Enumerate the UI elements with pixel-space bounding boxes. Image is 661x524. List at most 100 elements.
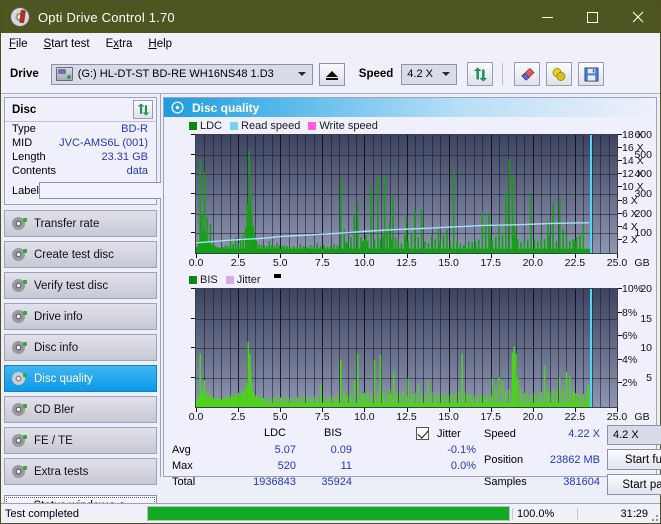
speed-select[interactable]: 4.2 X [401,64,457,85]
menu-help[interactable]: Help [148,38,172,50]
sidebar-item-create-test-disc[interactable]: Create test disc [4,241,157,268]
content-area: Disc quality LDC Read speed Write speed … [161,94,660,477]
bulb-icon [551,67,567,82]
chart-top-wrap: LDC Read speed Write speed 1002003004005… [164,117,656,269]
sidebar-item-fe-te[interactable]: FE / TE [4,427,157,454]
drive-select[interactable]: (G:) HL-DT-ST BD-RE WH16NS48 1.D3 [51,64,313,85]
floppy-save-icon [584,67,599,82]
y-tick-mark [191,134,195,135]
disc-label-key: Label [12,185,39,197]
menu-file[interactable]: File [9,38,28,50]
x-tick-mark [449,408,450,412]
jitter-label: Jitter [437,428,461,440]
sidebar-item-drive-info[interactable]: Drive info [4,303,157,330]
speed-select-value: 4.2 X [407,68,433,80]
y2-tick-label: 14 X [622,155,644,167]
y2-tick-label: 4% [622,354,637,366]
x-tick-mark [407,254,408,258]
speed-stat-label: Speed [484,428,516,440]
sidebar-item-transfer-rate[interactable]: Transfer rate [4,210,157,237]
eject-button[interactable] [319,63,345,86]
x-tick-mark [364,408,365,412]
sidebar-item-label: Extra tests [34,466,88,478]
disc-refresh-button[interactable] [133,100,153,119]
x-tick-mark [280,254,281,258]
panel-title: Disc quality [192,101,259,115]
stats-header-ldc: LDC [264,427,286,439]
x-tick-label: 10.0 [354,257,374,269]
x-tick-mark [322,254,323,258]
start-full-button[interactable]: Start full [607,449,661,470]
y2-tick-mark [618,288,622,289]
y2-tick-label: 6 X [622,208,638,220]
sidebar-item-extra-tests[interactable]: Extra tests [4,458,157,485]
series-layer [196,289,617,407]
stats-area: LDC BIS Jitter Avg 5.07 0.09 -0.1% Max 5… [164,425,656,487]
minimize-icon[interactable] [525,1,570,33]
x-tick-label: 17.5 [480,257,500,269]
stats-row-total-label: Total [172,476,195,488]
disc-field-mid: MID JVC-AMS6L (001) [5,136,156,150]
x-tick-label: 2.5 [231,411,246,423]
jitter-checkbox[interactable] [416,427,429,440]
sidebar-item-disc-info[interactable]: Disc info [4,334,157,361]
menu-extra[interactable]: Extra [106,38,133,50]
y2-tick-mark [618,186,622,187]
legend-label-jitter: Jitter [237,274,261,286]
sidebar-item-disc-quality[interactable]: Disc quality [4,365,157,392]
disc-field-length: Length 23.31 GB [5,150,156,164]
disc-icon [12,403,25,416]
disc-label-row: Label [5,178,156,204]
sidebar-item-label: Disc info [34,342,78,354]
panel-header: Disc quality [164,98,656,117]
start-part-button[interactable]: Start part [607,474,661,495]
speed-stat-value: 4.22 X [538,428,600,440]
scale-marker-icon [274,274,281,278]
maximize-icon[interactable] [570,1,615,33]
disc-field-mid-key: MID [12,137,32,149]
stats-header-bis: BIS [324,427,342,439]
chart-bis-jitter[interactable]: 51015202%4%6%8%10%0.02.55.07.510.012.515… [167,286,652,423]
x-tick-mark [533,408,534,412]
disc-icon [12,465,25,478]
menu-start-test[interactable]: Start test [44,38,90,50]
sidebar-item-cd-bler[interactable]: CD Bler [4,396,157,423]
x-tick-label: 12.5 [396,257,416,269]
toolbar-divider [502,63,503,85]
disc-quality-icon [171,101,184,114]
disc-field-type-value: BD-R [121,123,148,135]
x-tick-label: 7.5 [315,411,330,423]
series-bis [197,342,590,407]
settings-button[interactable] [546,62,572,86]
legend-swatch-bis [189,276,197,284]
chart-ldc-readspeed[interactable]: 1002003004005006002 X4 X6 X8 X10 X12 X14… [167,132,652,269]
samples-stat-value: 381604 [538,476,600,488]
sidebar-item-label: Verify test disc [34,280,108,292]
disc-quality-panel: Disc quality LDC Read speed Write speed … [163,97,657,477]
sidebar-item-verify-test-disc[interactable]: Verify test disc [4,272,157,299]
legend-swatch-ldc [189,122,197,130]
end-marker [590,289,592,407]
y2-tick-label: 16 X [622,142,644,154]
y-tick-mark [191,232,195,233]
y2-tick-mark [618,173,622,174]
drive-toolbar: Drive (G:) HL-DT-ST BD-RE WH16NS48 1.D3 … [1,55,660,94]
test-speed-select-value: 4.2 X [613,429,639,441]
disc-field-length-key: Length [12,151,46,163]
x-tick-label: 22.5 [565,411,585,423]
legend-label-ldc: LDC [200,120,222,132]
refresh-button[interactable] [467,62,493,86]
y2-tick-mark [618,312,622,313]
erase-button[interactable] [514,62,540,86]
test-speed-select[interactable]: 4.2 X [607,425,661,445]
legend-swatch-read-speed [230,122,238,130]
disc-icon [12,217,25,230]
y2-tick-label: 4 X [622,221,638,233]
stats-total-ldc: 1936843 [236,476,296,488]
legend-swatch-write-speed [308,122,316,130]
x-tick-mark [617,408,618,412]
resize-grip-icon[interactable] [648,511,658,521]
close-icon[interactable] [615,1,660,33]
save-button[interactable] [578,62,604,86]
eraser-icon [519,67,536,82]
